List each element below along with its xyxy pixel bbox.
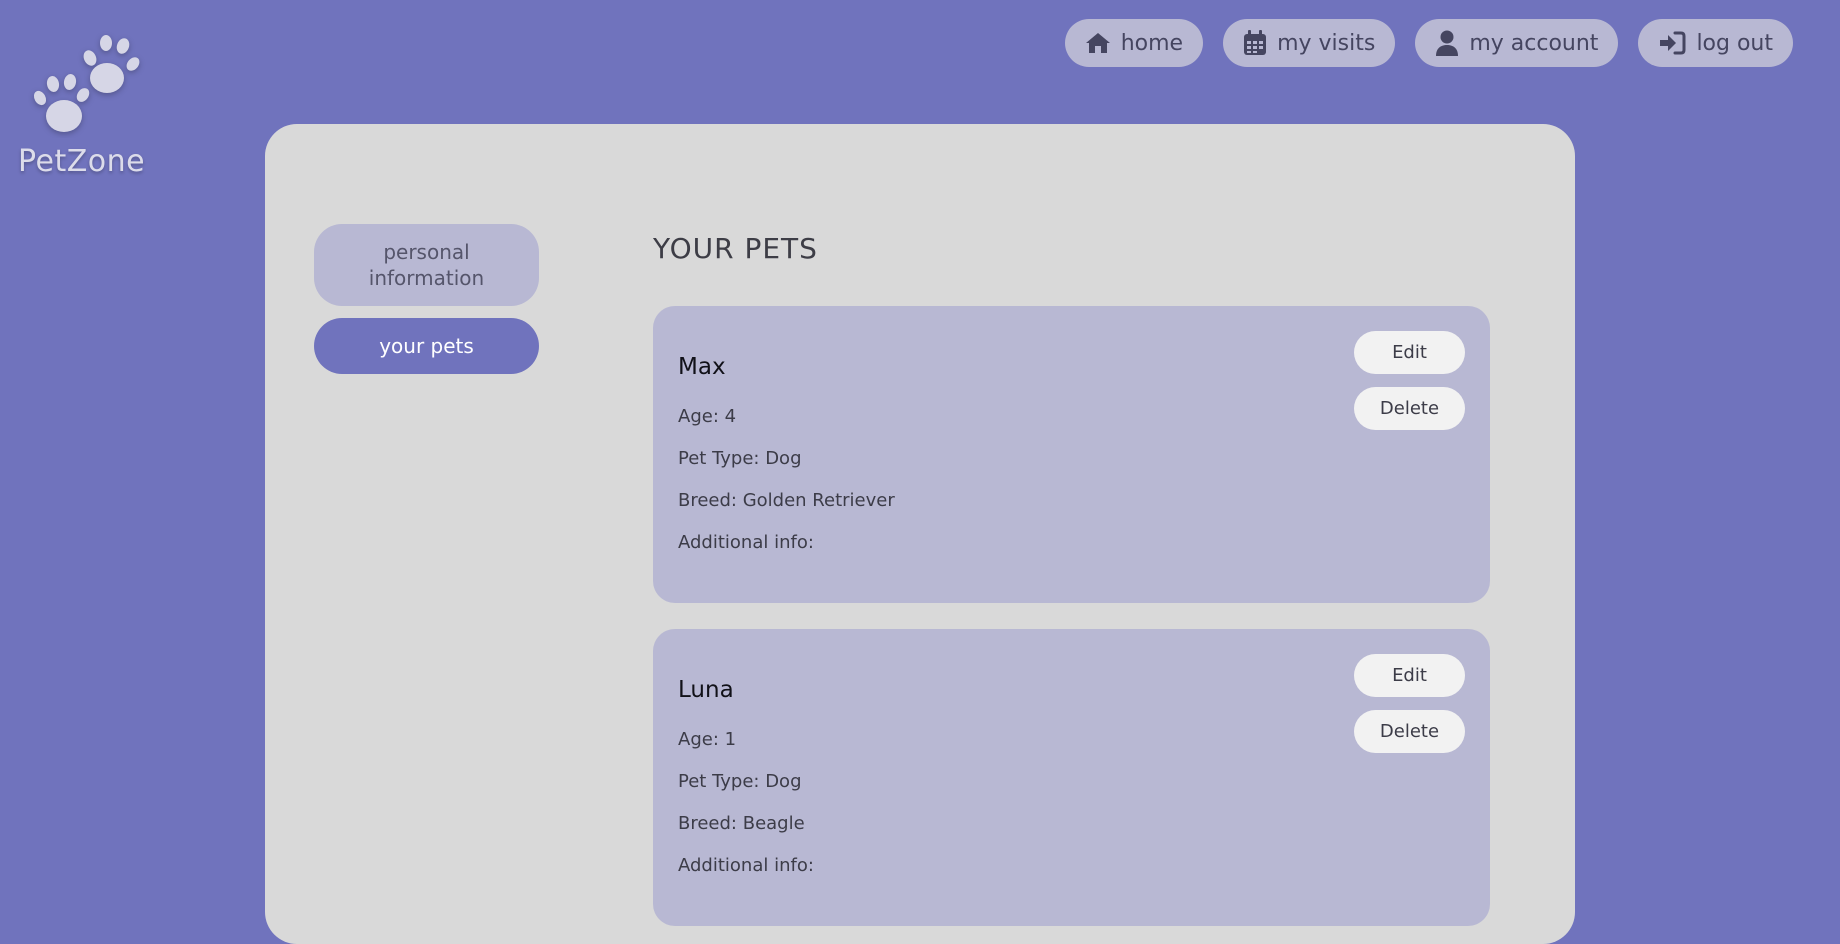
pet-breed: Breed: Golden Retriever [678, 490, 895, 511]
pet-name: Max [678, 354, 726, 380]
calendar-icon [1244, 30, 1267, 55]
pet-age: Age: 1 [678, 729, 737, 750]
nav-my-account-button[interactable]: my account [1415, 19, 1619, 67]
edit-pet-button[interactable]: Edit [1354, 331, 1465, 374]
nav-my-account-label: my account [1469, 30, 1599, 56]
nav-log-out-label: log out [1696, 30, 1773, 56]
pet-actions: Edit Delete [1354, 654, 1465, 753]
pet-name: Luna [678, 677, 734, 703]
delete-pet-button[interactable]: Delete [1354, 710, 1465, 753]
nav-my-visits-label: my visits [1277, 30, 1376, 56]
sidebar-item-label: personal information [368, 240, 485, 290]
paw-print-icon [33, 35, 140, 132]
pet-additional-info: Additional info: [678, 532, 814, 553]
pet-age: Age: 4 [678, 406, 737, 427]
pet-card: Luna Age: 1 Pet Type: Dog Breed: Beagle … [653, 629, 1490, 926]
nav-home-label: home [1120, 30, 1184, 56]
sidebar-item-your-pets[interactable]: your pets [314, 318, 539, 374]
pet-type: Pet Type: Dog [678, 771, 802, 792]
account-sidebar: personal information your pets [314, 224, 539, 374]
user-icon [1436, 30, 1459, 56]
pets-section: YOUR PETS Max Age: 4 Pet Type: Dog Breed… [653, 232, 1490, 926]
app-name: PetZone [18, 144, 146, 179]
pet-actions: Edit Delete [1354, 331, 1465, 430]
page-title: YOUR PETS [653, 232, 818, 265]
pet-card: Max Age: 4 Pet Type: Dog Breed: Golden R… [653, 306, 1490, 603]
pet-additional-info: Additional info: [678, 855, 814, 876]
pet-type: Pet Type: Dog [678, 448, 802, 469]
sidebar-item-label: your pets [379, 334, 474, 358]
pet-breed: Breed: Beagle [678, 813, 805, 834]
delete-pet-button[interactable]: Delete [1354, 387, 1465, 430]
home-icon [1085, 33, 1110, 53]
top-nav: home my visits my account log out [1064, 19, 1793, 67]
account-card: personal information your pets YOUR PETS… [265, 124, 1575, 944]
edit-pet-button[interactable]: Edit [1354, 654, 1465, 697]
sidebar-item-personal-information[interactable]: personal information [314, 224, 539, 306]
nav-log-out-button[interactable]: log out [1638, 19, 1793, 67]
nav-home-button[interactable]: home [1064, 19, 1204, 67]
sign-in-icon [1660, 31, 1686, 55]
nav-my-visits-button[interactable]: my visits [1223, 19, 1396, 67]
app-logo[interactable]: PetZone [18, 28, 158, 179]
